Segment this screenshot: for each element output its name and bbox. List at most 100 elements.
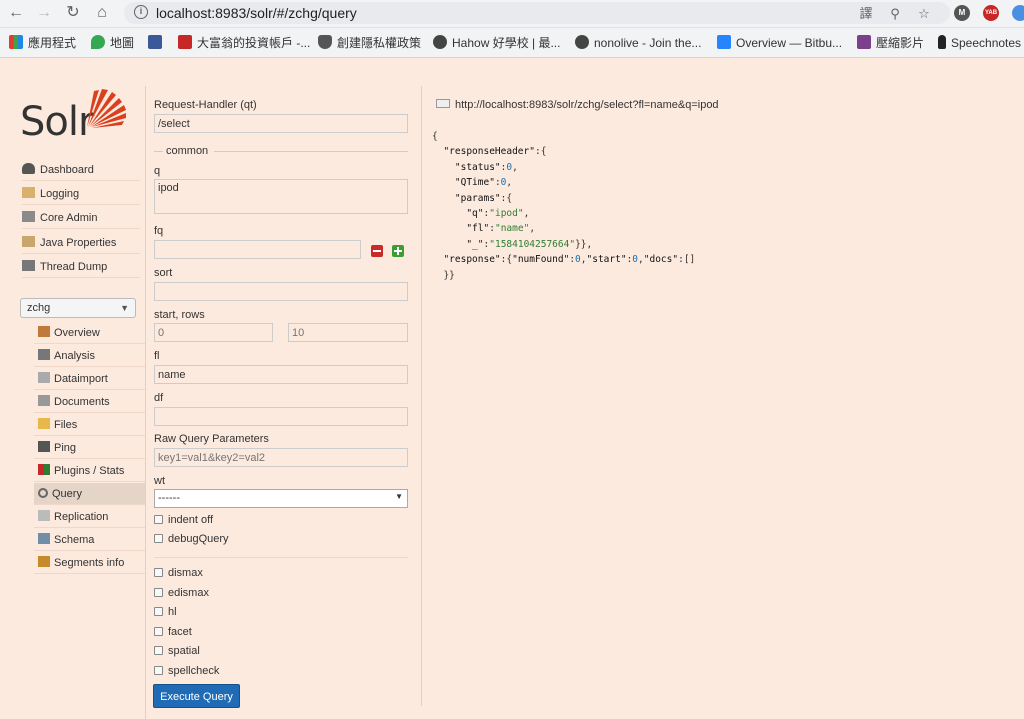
bitbucket-icon	[717, 35, 731, 49]
bookmark-nonolive[interactable]: nonolive - Join the...	[575, 35, 701, 51]
apps-grid-icon	[9, 35, 23, 49]
response-url[interactable]: http://localhost:8983/solr/zchg/select?f…	[455, 99, 719, 111]
bookmark-compress-video[interactable]: 壓縮影片	[857, 35, 924, 51]
hl-checkbox[interactable]: hl	[154, 606, 177, 618]
profile-avatar[interactable]: M	[954, 5, 970, 21]
request-handler-input[interactable]	[154, 114, 408, 133]
checkbox-box	[154, 646, 163, 655]
java-icon	[22, 236, 35, 247]
fq-label: fq	[154, 225, 164, 237]
bookmark-maps[interactable]: 地圖	[91, 35, 134, 51]
remove-fq-button[interactable]	[371, 245, 383, 257]
response-json: { "responseHeader":{ "status":0, "QTime"…	[432, 131, 696, 281]
param-fl-value: name	[500, 223, 524, 235]
home-icon[interactable]: ⌂	[92, 3, 112, 23]
core-item-label: Query	[52, 488, 82, 500]
info-icon[interactable]: i	[134, 5, 148, 19]
forward-icon[interactable]: →	[34, 3, 54, 23]
checkbox-label: indent off	[168, 514, 214, 526]
common-legend: common	[154, 145, 408, 157]
core-item-overview[interactable]: Overview	[34, 322, 145, 344]
zoom-icon[interactable]: ⚲	[886, 5, 904, 23]
fl-input[interactable]	[154, 365, 408, 384]
chevron-down-icon: ▼	[395, 492, 403, 501]
menu-thread-dump[interactable]: Thread Dump	[22, 256, 140, 278]
core-item-segments-info[interactable]: Segments info	[34, 552, 145, 574]
spellcheck-checkbox[interactable]: spellcheck	[154, 665, 219, 677]
q-input[interactable]: ipod	[154, 179, 408, 214]
wt-selected-value: ------	[158, 492, 180, 504]
wt-select[interactable]: ------ ▼	[154, 489, 408, 508]
address-url[interactable]: localhost:8983/solr/#/zchg/query	[156, 5, 357, 21]
wt-label: wt	[154, 475, 165, 487]
bookmark-investment[interactable]: 大富翁的投資帳戶 -...	[178, 35, 310, 51]
reload-icon[interactable]: ↻	[63, 3, 83, 23]
core-item-replication[interactable]: Replication	[34, 506, 145, 528]
documents-icon	[38, 395, 50, 406]
core-item-label: Replication	[54, 511, 109, 523]
core-item-dataimport[interactable]: Dataimport	[34, 368, 145, 390]
bookmark-label: nonolive - Join the...	[594, 36, 702, 50]
bookmark-label: 地圖	[110, 36, 135, 50]
status-value: 0	[506, 161, 513, 173]
edismax-checkbox[interactable]: edismax	[154, 587, 209, 599]
add-fq-button[interactable]	[392, 245, 404, 257]
df-input[interactable]	[154, 407, 408, 426]
start-rows-label: start, rows	[154, 309, 205, 321]
checkbox-label: dismax	[168, 567, 203, 579]
funnel-icon	[38, 349, 50, 360]
menu-logging[interactable]: Logging	[22, 183, 140, 205]
checkbox-box	[154, 515, 163, 524]
checkbox-label: edismax	[168, 587, 209, 599]
chevron-down-icon: ▼	[120, 303, 129, 313]
checkbox-label: spatial	[168, 645, 200, 657]
checkbox-label: spellcheck	[168, 665, 220, 677]
request-handler-label: Request-Handler (qt)	[154, 99, 257, 111]
execute-query-button[interactable]: Execute Query	[153, 684, 240, 708]
translate-icon[interactable]: 譯	[857, 5, 875, 23]
core-item-query[interactable]: Query	[34, 483, 145, 505]
bookmark-star-icon[interactable]: ☆	[915, 5, 933, 23]
sort-input[interactable]	[154, 282, 408, 301]
start-input[interactable]	[154, 323, 273, 342]
debug-query-checkbox[interactable]: debugQuery	[154, 533, 229, 545]
back-icon[interactable]: ←	[6, 3, 26, 23]
indent-off-checkbox[interactable]: indent off	[154, 514, 213, 526]
bookmark-apps[interactable]: 應用程式	[9, 35, 76, 51]
core-item-schema[interactable]: Schema	[34, 529, 145, 551]
bookmark-label: Overview — Bitbu...	[736, 36, 843, 50]
dataimport-icon	[38, 372, 50, 383]
core-item-plugins-stats[interactable]: Plugins / Stats	[34, 460, 145, 482]
core-item-documents[interactable]: Documents	[34, 391, 145, 413]
raw-query-input[interactable]	[154, 448, 408, 467]
menu-label: Thread Dump	[40, 261, 108, 273]
address-bar[interactable]: i localhost:8983/solr/#/zchg/query 譯 ⚲ ☆	[124, 2, 950, 24]
dismax-checkbox[interactable]: dismax	[154, 567, 203, 579]
bookmark-facebook[interactable]	[148, 35, 167, 51]
spatial-checkbox[interactable]: spatial	[154, 645, 200, 657]
checkbox-box	[154, 627, 163, 636]
checkbox-box	[154, 607, 163, 616]
extension-avatar[interactable]: YAB	[983, 5, 999, 21]
response-divider	[421, 86, 422, 706]
menu-dashboard[interactable]: Dashboard	[22, 159, 140, 181]
menu-core-admin[interactable]: Core Admin	[22, 207, 140, 229]
core-item-ping[interactable]: Ping	[34, 437, 145, 459]
solr-logo[interactable]: Solr	[20, 85, 130, 145]
bookmark-hahow[interactable]: Hahow 好學校 | 最...	[433, 35, 560, 51]
bookmark-privacy[interactable]: 創建隱私權政策	[318, 35, 421, 51]
response-url-link[interactable]: http://localhost:8983/solr/zchg/select?f…	[436, 99, 719, 111]
fq-input[interactable]	[154, 240, 361, 259]
facet-checkbox[interactable]: facet	[154, 626, 192, 638]
bookmark-speechnotes[interactable]: Speechnotes	[938, 35, 1021, 51]
df-label: df	[154, 392, 164, 404]
cloud-extension-icon[interactable]	[1012, 5, 1024, 21]
core-selector[interactable]: zchg ▼	[20, 298, 136, 318]
rows-input[interactable]	[288, 323, 408, 342]
menu-java-properties[interactable]: Java Properties	[22, 232, 140, 254]
bookmark-bitbucket[interactable]: Overview — Bitbu...	[717, 35, 842, 51]
core-item-files[interactable]: Files	[34, 414, 145, 436]
core-selected-value: zchg	[27, 302, 51, 314]
core-item-analysis[interactable]: Analysis	[34, 345, 145, 367]
fl-label: fl	[154, 350, 160, 362]
